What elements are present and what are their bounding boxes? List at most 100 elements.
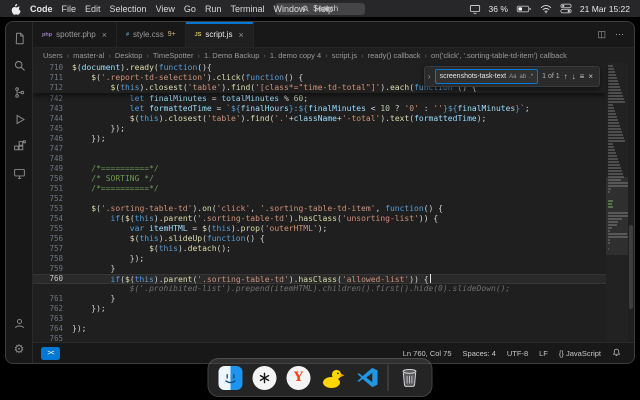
menubar-search-field[interactable]: Search <box>275 3 365 15</box>
dock-yandex-browser-icon[interactable]: Y <box>286 365 312 391</box>
scrollbar-thumb[interactable] <box>629 225 633 309</box>
code-line[interactable]: 748 <box>33 154 606 164</box>
code-line[interactable]: 762 }); <box>33 304 606 314</box>
code-line[interactable]: 742 let finalMinutes = totalMinutes % 60… <box>33 94 606 104</box>
search-icon[interactable] <box>12 58 27 73</box>
code-line[interactable]: 765 <box>33 334 606 342</box>
code-line[interactable]: 745 }); <box>33 124 606 134</box>
status-eol[interactable]: LF <box>534 349 553 358</box>
more-actions-icon[interactable]: ⋯ <box>615 29 624 40</box>
line-number[interactable]: 710 <box>33 63 72 73</box>
code-line[interactable]: 764}); <box>33 324 606 334</box>
close-icon[interactable]: × <box>102 30 107 40</box>
line-number[interactable]: 762 <box>33 304 72 314</box>
remote-explorer-icon[interactable] <box>12 166 27 181</box>
breadcrumb-item[interactable]: Desktop <box>115 51 143 60</box>
explorer-icon[interactable] <box>12 31 27 46</box>
account-icon[interactable] <box>12 316 27 331</box>
wifi-icon[interactable] <box>540 4 552 14</box>
minimap-slider[interactable] <box>606 177 628 255</box>
breadcrumb-item[interactable]: Users <box>43 51 63 60</box>
close-icon[interactable]: × <box>239 30 244 40</box>
breadcrumb-item[interactable]: master-al <box>73 51 104 60</box>
code-line[interactable]: 751 /*==========*/ <box>33 184 606 194</box>
code-line[interactable]: 759 } <box>33 264 606 274</box>
code-line[interactable]: 743 let formattedTime = `${finalHours}:$… <box>33 104 606 114</box>
display-icon[interactable] <box>469 4 481 14</box>
settings-gear-icon[interactable]: ⚙ <box>12 341 27 356</box>
tab-spotter.php[interactable]: phpspotter.php× <box>33 22 117 47</box>
dock-trash-icon[interactable] <box>397 365 423 391</box>
extensions-icon[interactable] <box>12 139 27 154</box>
code-line[interactable]: 747 <box>33 144 606 154</box>
line-number[interactable]: 764 <box>33 324 72 334</box>
battery-percentage[interactable]: 36 % <box>489 4 508 14</box>
code-line[interactable]: 756 $(this).slideUp(function() { <box>33 234 606 244</box>
code-line[interactable]: 749 /*==========*/ <box>33 164 606 174</box>
code-line[interactable]: 761 } <box>33 294 606 304</box>
menu-terminal[interactable]: Terminal <box>230 4 264 14</box>
breadcrumb-item[interactable]: TimeSpotter <box>153 51 194 60</box>
find-previous-icon[interactable]: ↑ <box>564 72 568 81</box>
line-number[interactable]: 745 <box>33 124 72 134</box>
line-number[interactable]: 765 <box>33 334 72 342</box>
code-line[interactable]: 746 }); <box>33 134 606 144</box>
breadcrumb-item[interactable]: ready() callback <box>368 51 421 60</box>
code-line[interactable]: 750 /* SORTING */ <box>33 174 606 184</box>
line-number[interactable]: 746 <box>33 134 72 144</box>
line-number[interactable]: 751 <box>33 184 72 194</box>
menu-run[interactable]: Run <box>205 4 222 14</box>
line-number[interactable]: 749 <box>33 164 72 174</box>
code-line[interactable]: 752 <box>33 194 606 204</box>
code-line-ghost[interactable]: $('.prohibited-list').prepend(itemHTML).… <box>33 284 606 294</box>
line-number[interactable]: 712 <box>33 83 72 93</box>
line-number[interactable]: 759 <box>33 264 72 274</box>
status-cursor-position[interactable]: Ln 760, Col 75 <box>398 349 457 358</box>
run-debug-icon[interactable] <box>12 112 27 127</box>
line-number[interactable]: 748 <box>33 154 72 164</box>
minimap[interactable] <box>606 63 628 342</box>
tab-style.css[interactable]: #style.css9+ <box>117 22 186 47</box>
line-number[interactable]: 750 <box>33 174 72 184</box>
line-number[interactable]: 753 <box>33 204 72 214</box>
editor-scrollbar[interactable] <box>628 63 634 342</box>
line-number[interactable]: 743 <box>33 104 72 114</box>
code-line[interactable]: 760 if($(this).parent('.sorting-table-td… <box>33 274 606 284</box>
whole-word-icon[interactable]: ab <box>519 74 526 80</box>
line-number[interactable]: 755 <box>33 224 72 234</box>
status-encoding[interactable]: UTF-8 <box>502 349 533 358</box>
line-number[interactable] <box>33 284 72 294</box>
toggle-replace-icon[interactable]: › <box>428 72 431 81</box>
dock-vscode-icon[interactable] <box>354 365 380 391</box>
line-number[interactable]: 742 <box>33 94 72 104</box>
line-number[interactable]: 763 <box>33 314 72 324</box>
close-icon[interactable]: × <box>588 72 593 81</box>
remote-indicator[interactable]: >< <box>41 347 60 360</box>
menu-edit[interactable]: Edit <box>85 4 101 14</box>
code-line[interactable]: 757 $(this).detach(); <box>33 244 606 254</box>
status-language[interactable]: {} JavaScript <box>554 349 606 358</box>
code-line[interactable]: 758 }); <box>33 254 606 264</box>
find-query[interactable]: screenshots-task-text <box>440 73 507 80</box>
find-input[interactable]: screenshots-task-text Aa ab .* <box>435 69 539 84</box>
line-number[interactable]: 757 <box>33 244 72 254</box>
line-number[interactable]: 752 <box>33 194 72 204</box>
menu-go[interactable]: Go <box>184 4 196 14</box>
breadcrumb-item[interactable]: 1. Demo Backup <box>204 51 259 60</box>
battery-icon[interactable] <box>516 4 532 14</box>
status-indentation[interactable]: Spaces: 4 <box>458 349 501 358</box>
control-center-icon[interactable] <box>560 3 572 14</box>
code-line[interactable]: 744 $(this).closest('table').find('.'+cl… <box>33 114 606 124</box>
line-number[interactable]: 711 <box>33 73 72 83</box>
line-number[interactable]: 744 <box>33 114 72 124</box>
line-number[interactable]: 756 <box>33 234 72 244</box>
line-number[interactable]: 747 <box>33 144 72 154</box>
code-line[interactable]: 754 if($(this).parent('.sorting-table-td… <box>33 214 606 224</box>
menu-selection[interactable]: Selection <box>110 4 147 14</box>
menu-code[interactable]: Code <box>30 4 53 14</box>
find-next-icon[interactable]: ↓ <box>572 72 576 81</box>
breadcrumb-item[interactable]: on('click', '.sorting-table-td-item') ca… <box>431 51 567 60</box>
breadcrumb-item[interactable]: script.js <box>332 51 357 60</box>
breadcrumb-item[interactable]: 1. demo copy 4 <box>270 51 321 60</box>
apple-menu-icon[interactable] <box>10 3 21 15</box>
